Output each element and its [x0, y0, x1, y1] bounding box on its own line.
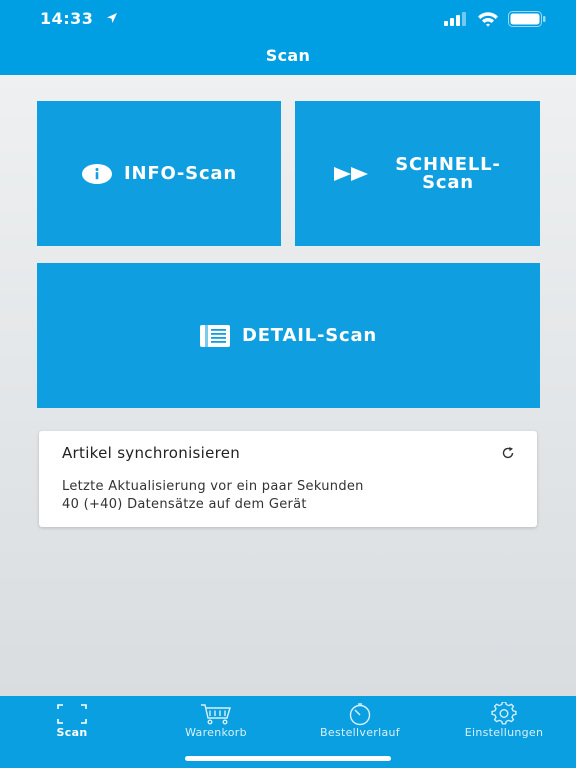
sync-last-update: Letzte Aktualisierung vor ein paar Sekun… [62, 479, 364, 494]
tab-scan[interactable]: Scan [12, 696, 132, 748]
status-bar: 14:33 [0, 0, 576, 38]
schnell-scan-label-line2: Scan [422, 171, 474, 193]
battery-icon [508, 11, 546, 27]
tab-warenkorb[interactable]: Warenkorb [156, 696, 276, 748]
tab-warenkorb-label: Warenkorb [185, 726, 247, 739]
fast-forward-icon [334, 166, 369, 181]
status-time: 14:33 [40, 9, 94, 28]
main-content: INFO-Scan SCHNELL- Scan DETAIL-Scan Arti… [0, 75, 576, 696]
wifi-icon [478, 12, 498, 27]
info-scan-button[interactable]: INFO-Scan [37, 101, 281, 246]
navigation-bar: Scan [0, 38, 576, 75]
cart-icon [201, 704, 231, 725]
refresh-icon[interactable] [501, 446, 515, 460]
schnell-scan-label: SCHNELL- Scan [395, 153, 501, 193]
signal-bars-icon [444, 12, 466, 26]
tab-einstellungen[interactable]: Einstellungen [444, 696, 564, 748]
timer-icon [349, 703, 371, 726]
schnell-scan-label-line1: SCHNELL- [395, 153, 501, 175]
sync-card: Artikel synchronisieren Letzte Aktualisi… [39, 431, 537, 527]
info-scan-label: INFO-Scan [124, 163, 237, 184]
detail-scan-label: DETAIL-Scan [241, 325, 378, 346]
gear-icon [491, 702, 517, 725]
tab-bestellverlauf[interactable]: Bestellverlauf [300, 696, 420, 748]
sync-record-count: 40 (+40) Datensätze auf dem Gerät [62, 497, 307, 512]
scan-frame-icon [57, 704, 87, 724]
document-list-icon [199, 324, 230, 347]
home-indicator [185, 756, 391, 761]
detail-scan-button[interactable]: DETAIL-Scan [37, 263, 540, 408]
info-circle-icon [81, 163, 113, 184]
location-arrow-icon [107, 13, 117, 23]
schnell-scan-button[interactable]: SCHNELL- Scan [295, 101, 540, 246]
tab-scan-label: Scan [56, 726, 88, 739]
tab-bestellverlauf-label: Bestellverlauf [320, 726, 400, 739]
tab-einstellungen-label: Einstellungen [464, 726, 544, 739]
page-title: Scan [265, 46, 311, 65]
sync-title: Artikel synchronisieren [62, 444, 241, 462]
